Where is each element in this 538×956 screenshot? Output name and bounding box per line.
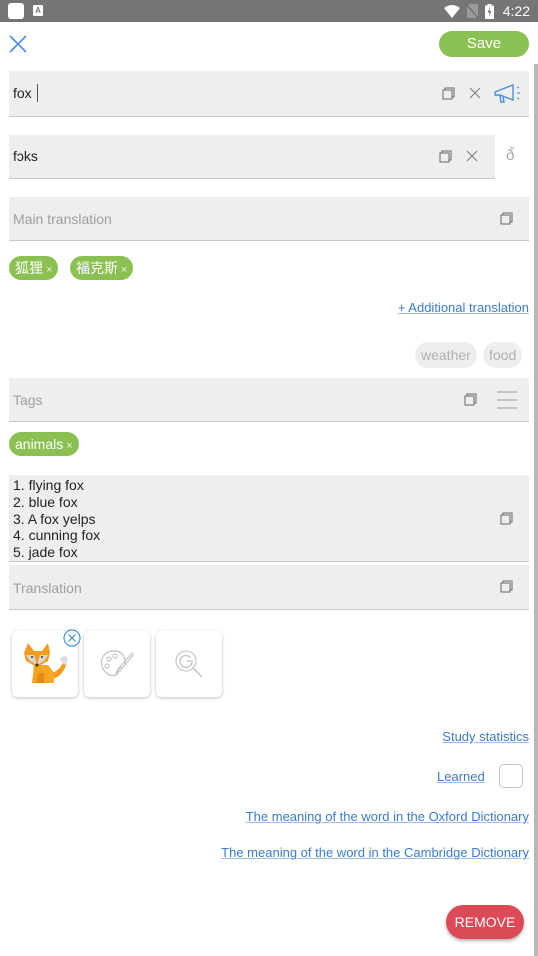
app-square-icon	[8, 3, 24, 19]
examples-field[interactable]: 1. flying fox 2. blue fox 3. A fox yelps…	[9, 475, 529, 562]
google-image-search-button[interactable]	[156, 631, 222, 697]
translation-field[interactable]: Translation	[9, 565, 529, 610]
example-line: 4. cunning fox	[13, 527, 101, 544]
top-bar: Save	[0, 22, 538, 66]
translation-chip[interactable]: 狐狸 ×	[9, 256, 59, 280]
draw-image-button[interactable]	[84, 631, 150, 697]
example-line: 5. jade fox	[13, 544, 78, 561]
example-line: 2. blue fox	[13, 493, 78, 510]
save-button[interactable]: Save	[439, 31, 529, 57]
copy-icon[interactable]	[464, 393, 477, 406]
learned-label[interactable]: Learned	[437, 769, 485, 784]
remove-button[interactable]: REMOVE	[446, 905, 524, 939]
example-line: 1. flying fox	[13, 477, 84, 493]
study-statistics-link[interactable]: Study statistics	[442, 729, 529, 744]
learned-checkbox[interactable]	[499, 764, 523, 788]
oxford-dictionary-link[interactable]: The meaning of the word in the Oxford Di…	[246, 809, 529, 824]
tags-input[interactable]: Tags	[13, 392, 43, 408]
chip-remove-icon[interactable]: ×	[46, 264, 52, 276]
palette-icon	[100, 650, 134, 677]
wifi-icon	[443, 4, 460, 18]
cambridge-dictionary-link[interactable]: The meaning of the word in the Cambridge…	[221, 845, 529, 860]
copy-icon[interactable]	[500, 212, 513, 225]
fox-image	[24, 643, 68, 683]
tag-chip[interactable]: animals ×	[9, 432, 79, 456]
example-line: 3. A fox yelps	[13, 510, 96, 527]
chip-remove-icon[interactable]: ×	[121, 264, 127, 276]
google-search-icon	[175, 650, 203, 678]
no-sim-icon	[466, 4, 478, 18]
text-cursor	[37, 84, 38, 102]
main-translation-field[interactable]: Main translation	[9, 197, 529, 241]
tag-suggestion[interactable]: food	[483, 342, 523, 368]
chip-label: 狐狸	[15, 260, 43, 276]
transcription-input[interactable]: fɔks	[13, 148, 38, 164]
chip-label: 福克斯	[76, 260, 118, 276]
copy-icon[interactable]	[500, 512, 513, 525]
battery-charging-icon	[484, 3, 494, 19]
megaphone-icon[interactable]	[493, 83, 523, 105]
copy-icon[interactable]	[442, 87, 455, 100]
examples-text[interactable]: 1. flying fox 2. blue fox 3. A fox yelps…	[13, 477, 100, 561]
word-field[interactable]: fox	[9, 71, 529, 117]
clear-icon[interactable]	[466, 150, 478, 162]
scrollbar[interactable]	[534, 64, 538, 956]
transcription-field[interactable]: fɔks	[9, 135, 495, 179]
translation-input[interactable]: Translation	[13, 580, 82, 596]
copy-icon[interactable]	[439, 150, 452, 163]
tag-suggestion[interactable]: weather	[415, 342, 477, 368]
main-translation-input[interactable]: Main translation	[13, 211, 112, 227]
status-bar: A 4:22	[0, 0, 538, 22]
remove-image-icon[interactable]	[63, 629, 81, 647]
clear-icon[interactable]	[469, 87, 481, 99]
translation-chip[interactable]: 福克斯 ×	[70, 256, 134, 280]
word-input[interactable]: fox	[13, 85, 32, 101]
menu-icon[interactable]	[497, 390, 517, 410]
chip-remove-icon[interactable]: ×	[66, 440, 72, 452]
tags-field[interactable]: Tags	[9, 378, 529, 422]
additional-translation-link[interactable]: + Additional translation	[398, 300, 529, 315]
font-a-icon: A	[33, 5, 43, 16]
phonetic-symbol-icon[interactable]: ð̆	[506, 147, 514, 164]
clock: 4:22	[502, 3, 530, 19]
chip-label: animals	[15, 436, 64, 452]
copy-icon[interactable]	[500, 580, 513, 593]
close-icon[interactable]	[8, 34, 28, 54]
